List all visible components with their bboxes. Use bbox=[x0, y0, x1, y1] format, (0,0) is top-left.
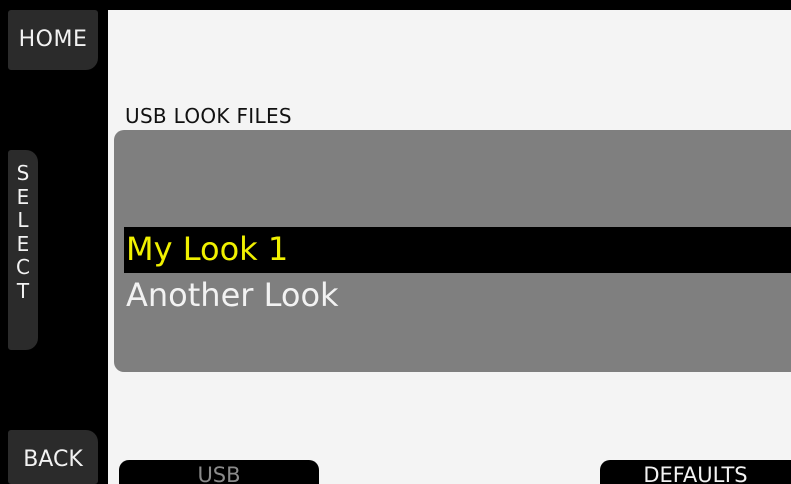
left-softkey-column: HOME S E L E C T BACK bbox=[0, 0, 108, 484]
select-letter: T bbox=[16, 278, 30, 303]
select-letter: L bbox=[17, 208, 29, 232]
home-button[interactable]: HOME bbox=[8, 10, 98, 70]
select-letter: E bbox=[16, 184, 30, 209]
defaults-button[interactable]: DEFAULTS bbox=[600, 460, 791, 484]
page-title: USB LOOK FILES bbox=[125, 104, 292, 128]
select-letter: E bbox=[16, 231, 30, 256]
back-button[interactable]: BACK bbox=[8, 430, 98, 484]
select-letter: S bbox=[16, 161, 30, 185]
list-item-another-look[interactable]: Another Look bbox=[124, 273, 791, 319]
select-letter: C bbox=[16, 255, 30, 279]
list-item-my-look-1[interactable]: My Look 1 bbox=[124, 227, 791, 273]
camera-menu-screen: HOME S E L E C T BACK USB LOOK FILES My … bbox=[0, 0, 791, 484]
usb-button[interactable]: USB bbox=[119, 460, 319, 484]
look-file-list[interactable]: My Look 1 Another Look bbox=[114, 130, 791, 372]
main-content: USB LOOK FILES My Look 1 Another Look bbox=[108, 10, 791, 484]
select-button[interactable]: S E L E C T bbox=[8, 150, 38, 350]
